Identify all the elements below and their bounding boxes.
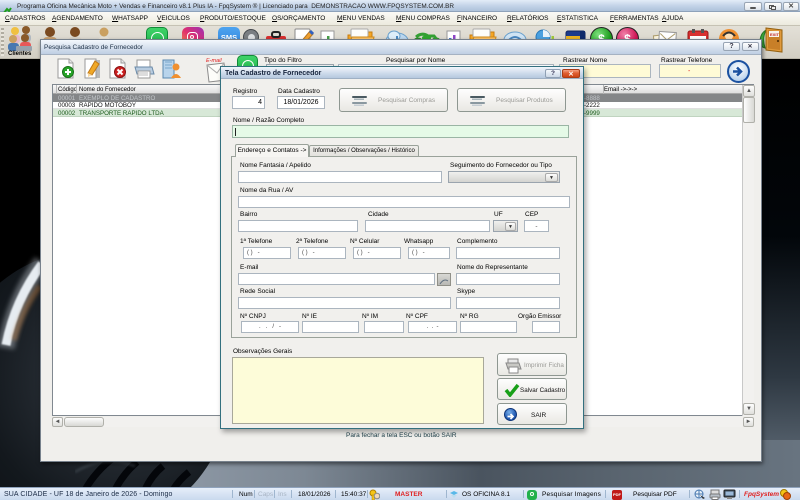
svg-text:EXIT: EXIT xyxy=(770,32,779,37)
